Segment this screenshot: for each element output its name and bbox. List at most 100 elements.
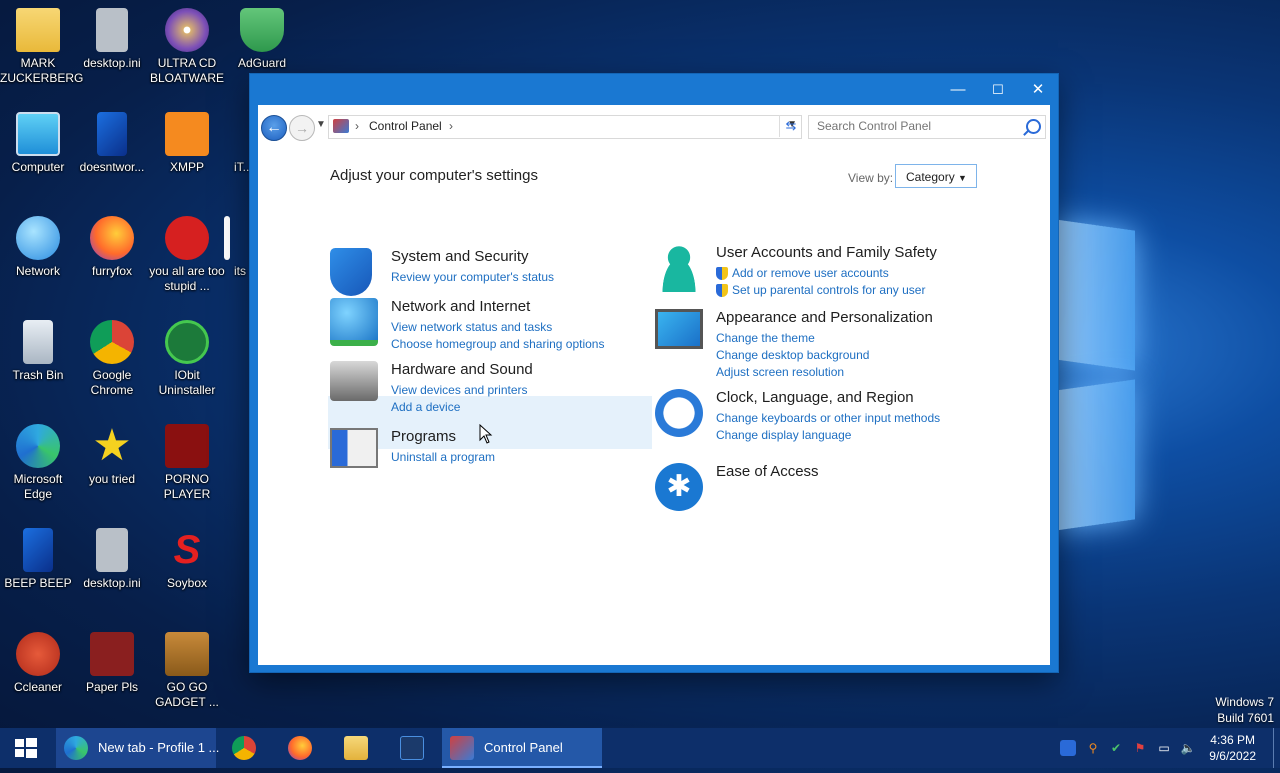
category-link[interactable]: Set up parental controls for any user (716, 283, 925, 297)
category-link-text: Change the theme (716, 331, 815, 345)
desktop-icon[interactable]: Trash Bin (0, 320, 76, 383)
desktop-icon[interactable]: Ccleaner (0, 632, 76, 695)
programs-icon[interactable] (330, 428, 378, 468)
shield-tray-icon[interactable] (1060, 740, 1076, 756)
category-title[interactable]: Ease of Access (716, 463, 819, 480)
desktop-icon[interactable]: GO GO GADGET ... (149, 632, 225, 710)
desktop-icon-label: Google Chrome (90, 368, 134, 397)
category-title[interactable]: Network and Internet (391, 298, 530, 315)
paper-pls-icon (90, 632, 134, 676)
back-button[interactable]: ← (261, 115, 287, 141)
show-desktop-button[interactable] (1273, 728, 1280, 768)
file-explorer-icon[interactable] (344, 736, 368, 760)
category-link[interactable]: Change the theme (716, 331, 815, 345)
desktop-icon[interactable]: doesntwor... (74, 112, 150, 175)
desktop-icon-label: Paper Pls (85, 680, 139, 694)
clock-icon[interactable] (655, 389, 703, 437)
xampp-icon (165, 112, 209, 156)
category-link-text: Change desktop background (716, 348, 870, 362)
view-by-dropdown[interactable]: Category ▼ (895, 164, 977, 188)
desktop-icon[interactable]: PORNO PLAYER (149, 424, 225, 502)
desktop-icon[interactable]: S Soybox (149, 528, 225, 591)
desktop-icon[interactable]: desktop.ini (74, 8, 150, 71)
desktop-icon[interactable]: Microsoft Edge (0, 424, 76, 502)
category-link[interactable]: Add a device (391, 400, 460, 414)
close-button[interactable]: ✕ (1018, 74, 1058, 106)
desktop-icon[interactable]: you all are too stupid ... (149, 216, 225, 294)
category-link[interactable]: View network status and tasks (391, 320, 552, 334)
desktop-icon-label: PORNO PLAYER (163, 472, 211, 501)
clock-date: 9/6/2022 (1209, 749, 1256, 763)
category-title[interactable]: Clock, Language, and Region (716, 389, 914, 406)
desktop-icon[interactable]: Computer (0, 112, 76, 175)
category-title[interactable]: User Accounts and Family Safety (716, 244, 937, 261)
desktop-icon[interactable]: Network (0, 216, 76, 279)
category-link[interactable]: Add or remove user accounts (716, 266, 889, 280)
desktop-icon-label: MARK ZUCKERBERG (0, 56, 84, 85)
taskbar-item-control-panel[interactable]: Control Panel (442, 728, 602, 768)
folder-icon (16, 8, 60, 52)
network-tray-icon[interactable]: ▭ (1156, 740, 1172, 756)
chrome-taskbar-icon[interactable] (232, 736, 256, 760)
arrow-right-icon: → (295, 120, 309, 136)
category-link[interactable]: Choose homegroup and sharing options (391, 337, 604, 351)
recent-pages-chevron-icon[interactable]: ▼ (316, 119, 326, 130)
settings-file-icon (96, 528, 128, 572)
iobit-icon (165, 320, 209, 364)
search-input[interactable] (809, 116, 1017, 136)
network-globe-icon[interactable] (330, 298, 378, 346)
desktop-icon[interactable]: BEEP BEEP (0, 528, 76, 591)
search-box[interactable] (808, 115, 1046, 139)
breadcrumb-separator-end[interactable]: › (449, 119, 453, 133)
forward-button[interactable]: → (289, 115, 315, 141)
maximize-button[interactable]: ☐ (978, 74, 1018, 106)
category-title[interactable]: Hardware and Sound (391, 361, 533, 378)
desktop-icon[interactable]: Paper Pls (74, 632, 150, 695)
accessibility-icon[interactable]: ✱ (655, 463, 703, 511)
category-link[interactable]: Change display language (716, 428, 851, 442)
category-link[interactable]: Review your computer's status (391, 270, 554, 284)
security-shield-icon[interactable] (330, 248, 372, 296)
start-button[interactable] (0, 728, 52, 768)
control-panel-icon (333, 119, 349, 133)
control-panel-window: — ☐ ✕ ← → ▼ › Control Panel › ▼ ⇆ Adjust… (250, 74, 1058, 672)
category-title[interactable]: Appearance and Personalization (716, 309, 933, 326)
view-by-value: Category (906, 170, 955, 184)
printer-icon[interactable] (330, 361, 378, 401)
category-link[interactable]: Adjust screen resolution (716, 365, 844, 379)
category-link[interactable]: Change keyboards or other input methods (716, 411, 940, 425)
desktop-icon-label: desktop.ini (83, 56, 141, 70)
search-tray-icon[interactable]: ⚲ (1085, 740, 1101, 756)
category-title[interactable]: Programs (391, 428, 456, 445)
system-clock[interactable]: 4:36 PM 9/6/2022 (1209, 732, 1256, 764)
address-bar[interactable]: › Control Panel › ▼ (328, 115, 802, 139)
desktop-icon[interactable]: furryfox (74, 216, 150, 279)
user-icon[interactable] (655, 244, 703, 292)
adguard-tray-icon[interactable]: ✔ (1108, 740, 1124, 756)
category-link[interactable]: Change desktop background (716, 348, 869, 362)
desktop-icon[interactable]: MARK ZUCKERBERG (0, 8, 84, 86)
desktop-icon[interactable]: XMPP (149, 112, 225, 175)
breadcrumb-control-panel[interactable]: Control Panel (369, 119, 442, 133)
refresh-button[interactable]: ⇆ (779, 115, 802, 137)
taskbar-item-label: New tab - Profile 1 ... (98, 740, 220, 755)
security-app-icon[interactable] (400, 736, 424, 760)
category-link[interactable]: View devices and printers (391, 383, 528, 397)
firefox-taskbar-icon[interactable] (288, 736, 312, 760)
category-link-text: Add or remove user accounts (732, 266, 889, 280)
monitor-icon[interactable] (655, 309, 703, 349)
desktop-icon[interactable]: ★ you tried (74, 424, 150, 487)
desktop-icon-label: Trash Bin (12, 368, 64, 382)
desktop-icon[interactable]: ULTRA CD BLOATWARE (149, 8, 225, 86)
desktop-icon[interactable]: Google Chrome (74, 320, 150, 398)
flag-tray-icon[interactable]: ⚑ (1132, 740, 1148, 756)
search-icon[interactable] (1026, 119, 1041, 134)
category-link[interactable]: Uninstall a program (391, 450, 495, 464)
category-title[interactable]: System and Security (391, 248, 529, 265)
minimize-button[interactable]: — (938, 74, 978, 106)
desktop-icon[interactable]: AdGuard (224, 8, 300, 71)
desktop-icon[interactable]: desktop.ini (74, 528, 150, 591)
taskbar-item-edge[interactable]: New tab - Profile 1 ... (56, 728, 220, 768)
desktop-icon[interactable]: IObit Uninstaller (149, 320, 225, 398)
volume-tray-icon[interactable]: 🔈 (1180, 740, 1196, 756)
